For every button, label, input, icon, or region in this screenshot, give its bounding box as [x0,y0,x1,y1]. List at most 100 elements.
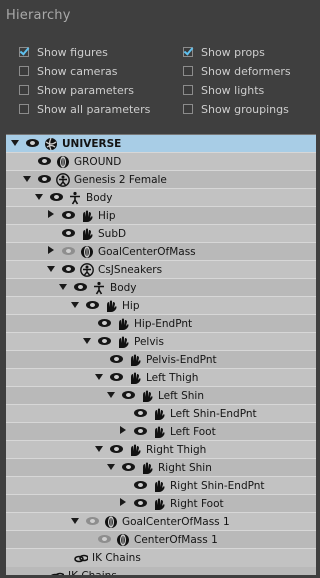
tree-row-body[interactable]: Body [6,189,316,207]
option-label: Show parameters [37,83,134,97]
tree-row-genesis-2-female[interactable]: Genesis 2 Female [6,171,316,189]
tree-row-hip-endpnt[interactable]: Hip-EndPnt [6,315,316,333]
checkbox[interactable] [19,85,29,95]
checkbox[interactable] [183,104,193,114]
collapse-arrow-icon[interactable] [120,498,126,506]
visibility-eye-icon[interactable] [122,463,135,471]
globe-icon [44,137,58,151]
checkbox[interactable] [19,47,29,57]
bone-icon [80,209,94,223]
expand-arrow-icon[interactable] [35,194,43,200]
option-show-all-parameters[interactable]: Show all parameters [19,101,150,117]
option-show-cameras[interactable]: Show cameras [19,63,117,79]
tree-node-label: Hip-EndPnt [134,318,193,330]
tree-node-label: Hip [122,300,140,312]
visibility-eye-icon[interactable] [62,265,75,273]
visibility-eye-icon[interactable] [62,211,75,219]
option-label: Show groupings [201,102,289,116]
collapse-arrow-icon[interactable] [48,246,54,254]
visibility-eye-icon[interactable] [134,409,147,417]
bone-icon [140,389,154,403]
tree-row-body[interactable]: Body [6,279,316,297]
option-show-parameters[interactable]: Show parameters [19,82,134,98]
visibility-eye-icon[interactable] [86,517,99,525]
expand-arrow-icon[interactable] [59,284,67,290]
tree-row-left-shin[interactable]: Left Shin [6,387,316,405]
tree-row-right-shin-endpnt[interactable]: Right Shin-EndPnt [6,477,316,495]
visibility-eye-icon[interactable] [38,157,51,165]
prop-icon [80,245,94,259]
visibility-eye-icon[interactable] [134,427,147,435]
checkbox[interactable] [19,66,29,76]
visibility-eye-icon[interactable] [38,175,51,183]
expand-arrow-icon[interactable] [107,464,115,470]
tree-node-label: Genesis 2 Female [74,174,167,186]
option-show-props[interactable]: Show props [183,44,265,60]
tree-row-goalcenterofmass[interactable]: GoalCenterOfMass [6,243,316,261]
tree-row-ik-chains[interactable]: IK Chains [6,567,316,575]
collapse-arrow-icon[interactable] [48,210,54,218]
tree-row-csjsneakers[interactable]: CsJSneakers [6,261,316,279]
visibility-eye-icon[interactable] [26,139,39,147]
bone-icon [152,407,166,421]
tree-row-pelvis-endpnt[interactable]: Pelvis-EndPnt [6,351,316,369]
visibility-eye-icon[interactable] [98,337,111,345]
tree-node-label: Right Foot [170,498,224,510]
checkbox[interactable] [183,47,193,57]
tree-row-ik-chains[interactable]: IK Chains [6,549,316,567]
option-show-deformers[interactable]: Show deformers [183,63,291,79]
visibility-eye-icon[interactable] [122,391,135,399]
checkbox[interactable] [183,85,193,95]
visibility-eye-icon[interactable] [98,535,111,543]
tree-row-left-shin-endpnt[interactable]: Left Shin-EndPnt [6,405,316,423]
visibility-eye-icon[interactable] [86,301,99,309]
tree-row-left-foot[interactable]: Left Foot [6,423,316,441]
expand-arrow-icon[interactable] [83,338,91,344]
expand-arrow-icon[interactable] [95,374,103,380]
expand-arrow-icon[interactable] [71,518,79,524]
bone-icon [128,353,142,367]
expand-arrow-icon[interactable] [95,446,103,452]
visibility-eye-icon[interactable] [134,481,147,489]
visibility-eye-icon[interactable] [110,355,123,363]
tree-row-subd[interactable]: SubD [6,225,316,243]
tree-row-pelvis[interactable]: Pelvis [6,333,316,351]
tree-row-goalcenterofmass-1[interactable]: GoalCenterOfMass 1 [6,513,316,531]
body-icon [92,281,106,295]
option-show-groupings[interactable]: Show groupings [183,101,289,117]
visibility-eye-icon[interactable] [62,247,75,255]
tree-row-right-thigh[interactable]: Right Thigh [6,441,316,459]
visibility-eye-icon[interactable] [74,283,87,291]
tree-row-right-shin[interactable]: Right Shin [6,459,316,477]
tree-row-right-foot[interactable]: Right Foot [6,495,316,513]
visibility-eye-icon[interactable] [134,499,147,507]
tree-row-centerofmass-1[interactable]: CenterOfMass 1 [6,531,316,549]
visibility-eye-icon[interactable] [62,229,75,237]
visibility-eye-icon[interactable] [98,319,111,327]
collapse-arrow-icon[interactable] [120,426,126,434]
panel-title: Hierarchy [6,8,71,23]
expand-arrow-icon[interactable] [71,302,79,308]
tree-node-label: IK Chains [68,569,117,575]
visibility-eye-icon[interactable] [110,445,123,453]
expand-arrow-icon[interactable] [11,140,19,146]
visibility-eye-icon[interactable] [50,193,63,201]
option-show-figures[interactable]: Show figures [19,44,108,60]
option-label: Show figures [37,45,108,59]
checkbox[interactable] [19,104,29,114]
expand-arrow-icon[interactable] [47,266,55,272]
bone-icon [152,497,166,511]
tree-row-ground[interactable]: GROUND [6,153,316,171]
bone-icon [140,461,154,475]
expand-arrow-icon[interactable] [107,392,115,398]
expand-arrow-icon[interactable] [23,176,31,182]
checkbox[interactable] [183,66,193,76]
visibility-eye-icon[interactable] [110,373,123,381]
tree-row-left-thigh[interactable]: Left Thigh [6,369,316,387]
figure-icon [80,263,94,277]
tree-row-hip[interactable]: Hip [6,297,316,315]
tree-row-universe[interactable]: UNIVERSE [6,135,316,153]
tree-node-label: Right Shin-EndPnt [170,480,265,492]
option-show-lights[interactable]: Show lights [183,82,264,98]
tree-row-hip[interactable]: Hip [6,207,316,225]
